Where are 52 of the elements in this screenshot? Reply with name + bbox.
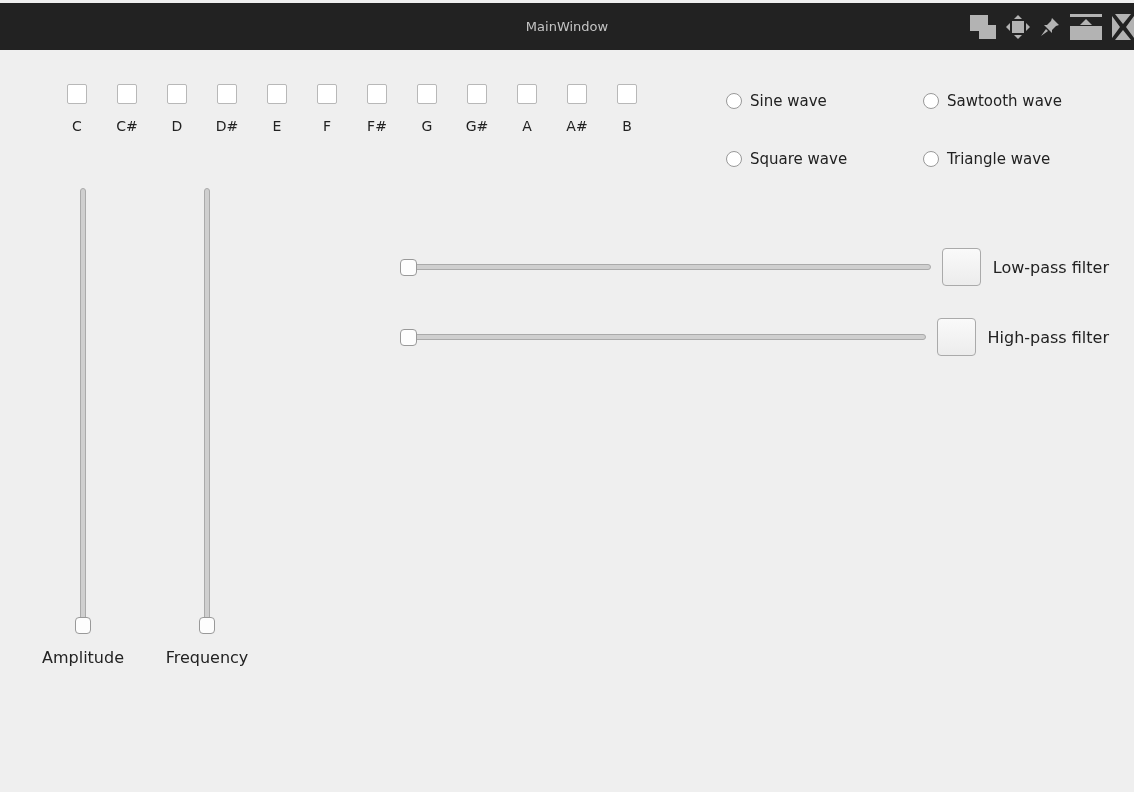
slider-label: Amplitude [42, 648, 124, 667]
note-label: E [272, 118, 282, 134]
filter-button[interactable] [941, 248, 981, 286]
note-label: A# [566, 118, 588, 134]
note-label: D [171, 118, 183, 134]
slider-thumb[interactable] [199, 617, 215, 634]
waveform-label: Sine wave [750, 92, 827, 110]
window-title: MainWindow [525, 19, 609, 34]
note-checkbox[interactable] [117, 84, 137, 104]
note-checkbox[interactable] [367, 84, 387, 104]
note-checkbox[interactable] [317, 84, 337, 104]
note-label: G [421, 118, 433, 134]
note-checkbox[interactable] [167, 84, 187, 104]
note-checkbox[interactable] [67, 84, 87, 104]
note-checkbox[interactable] [267, 84, 287, 104]
slider-thumb[interactable] [75, 617, 91, 634]
windows-icon[interactable] [970, 14, 996, 39]
move-icon[interactable] [1006, 14, 1030, 39]
filter-label: High-pass filter [987, 327, 1109, 347]
pin-icon[interactable] [1040, 16, 1060, 37]
note-checkbox[interactable] [567, 84, 587, 104]
waveform-label: Sawtooth wave [947, 92, 1062, 110]
note-label: C# [116, 118, 138, 134]
radio-button[interactable] [726, 151, 742, 167]
waveform-label: Square wave [750, 150, 848, 168]
vertical-slider[interactable] [75, 188, 91, 634]
note-label: G# [465, 118, 489, 134]
waveform-label: Triangle wave [947, 150, 1051, 168]
note-label: F# [367, 118, 387, 134]
note-label: A [522, 118, 532, 134]
note-label: F [322, 118, 332, 134]
note-label: B [622, 118, 632, 134]
vertical-slider[interactable] [199, 188, 215, 634]
filter-button[interactable] [936, 318, 976, 356]
note-label: C [72, 118, 82, 134]
slider-thumb[interactable] [400, 328, 417, 346]
radio-button[interactable] [923, 151, 939, 167]
filter-label: Low-pass filter [992, 257, 1109, 277]
close-icon[interactable] [1112, 13, 1134, 40]
note-checkbox[interactable] [417, 84, 437, 104]
radio-button[interactable] [923, 93, 939, 109]
note-checkbox[interactable] [467, 84, 487, 104]
horizontal-slider[interactable] [400, 328, 926, 346]
slider-label: Frequency [165, 648, 249, 667]
horizontal-slider[interactable] [400, 258, 931, 276]
radio-button[interactable] [726, 93, 742, 109]
slider-thumb[interactable] [400, 258, 417, 276]
note-checkbox[interactable] [217, 84, 237, 104]
note-checkbox[interactable] [617, 84, 637, 104]
maximize-icon[interactable] [1070, 13, 1102, 40]
note-label: D# [215, 118, 239, 134]
note-checkbox[interactable] [517, 84, 537, 104]
